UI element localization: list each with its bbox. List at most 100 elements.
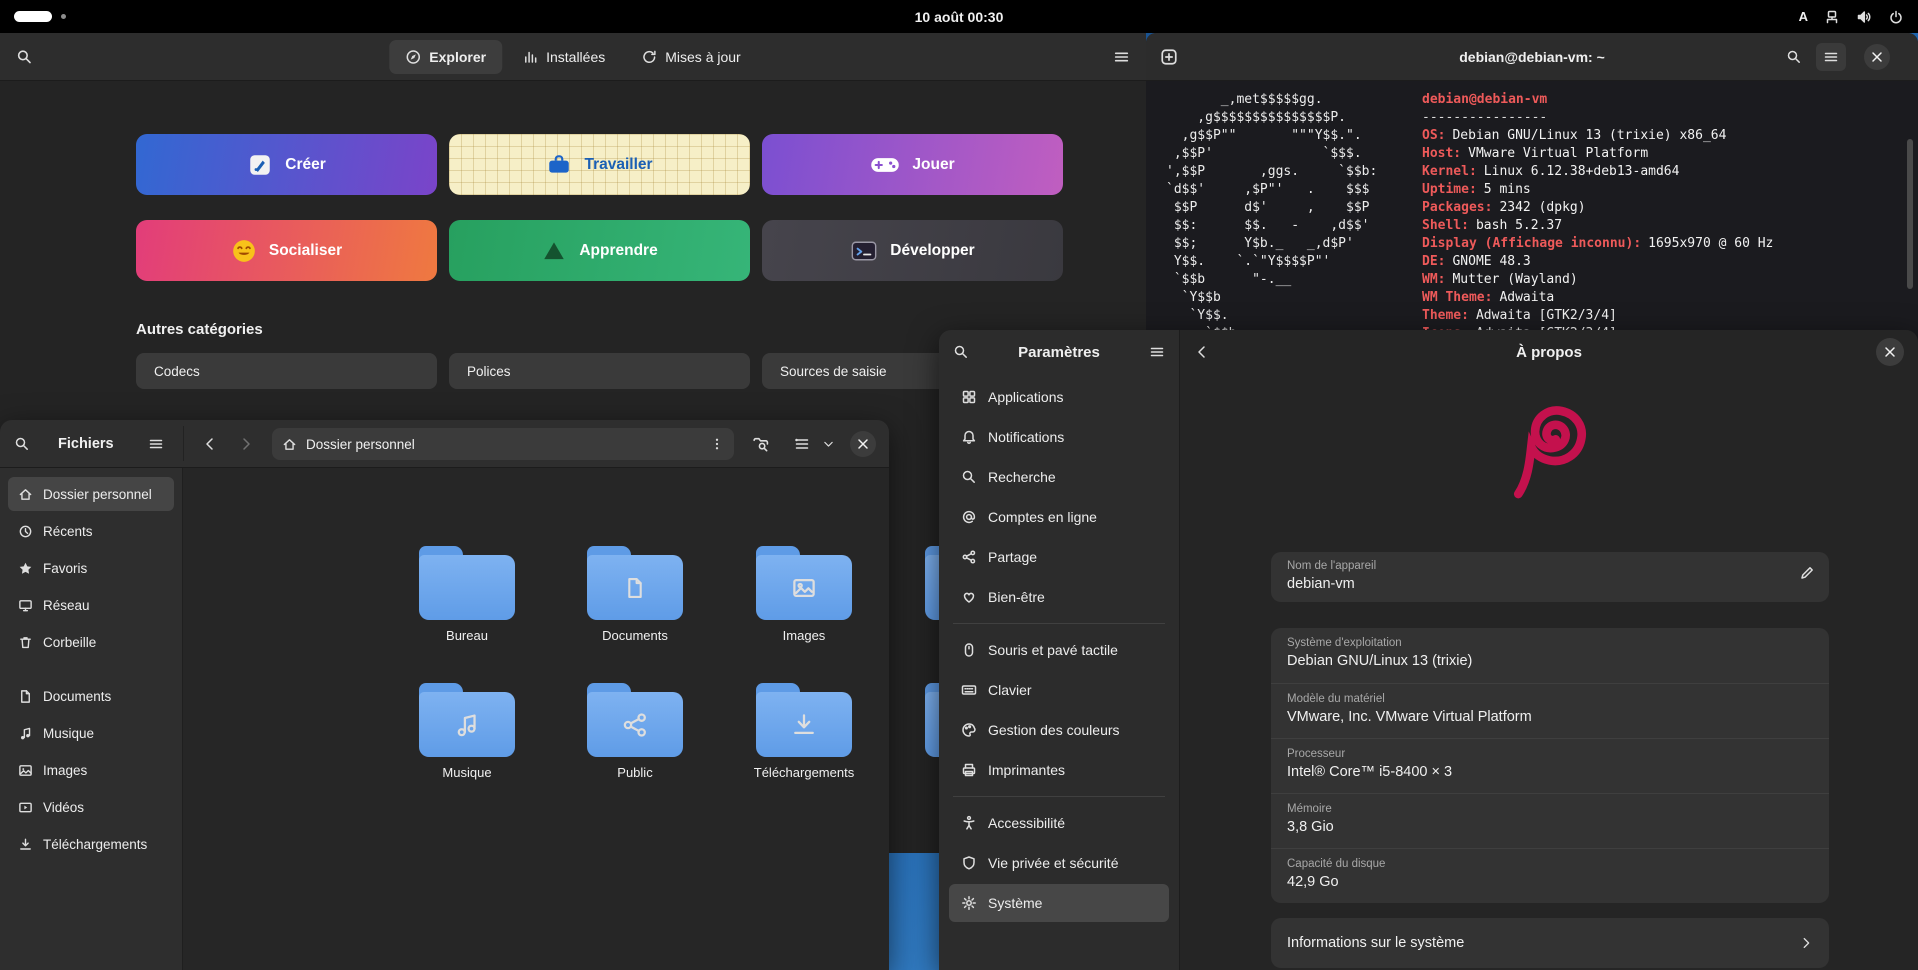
nav-item-online-accounts[interactable]: Comptes en ligne <box>949 498 1169 536</box>
nav-label: Imprimantes <box>988 762 1065 778</box>
chevron-right-icon <box>1799 936 1813 950</box>
menu-icon[interactable] <box>1816 43 1846 71</box>
volume-icon[interactable] <box>1856 9 1872 25</box>
nav-item-applications[interactable]: Applications <box>949 378 1169 416</box>
folder-name: Public <box>570 765 700 780</box>
keyboard-layout-indicator[interactable]: A <box>1799 9 1808 24</box>
keyboard-icon <box>961 682 977 698</box>
kebab-menu-icon[interactable] <box>710 437 724 451</box>
folder-item[interactable]: Documents <box>570 546 700 643</box>
sidebar-label: Musique <box>43 726 94 741</box>
category-button-codecs[interactable]: Codecs <box>136 353 437 389</box>
sidebar-item-trash[interactable]: Corbeille <box>8 625 174 659</box>
files-sidebar: Dossier personnel Récents Favoris Réseau… <box>0 468 183 970</box>
search-icon[interactable] <box>16 48 33 65</box>
close-icon[interactable] <box>850 431 876 457</box>
network-icon[interactable] <box>1824 9 1840 25</box>
search-icon[interactable] <box>1786 49 1802 65</box>
nav-item-color[interactable]: Gestion des couleurs <box>949 711 1169 749</box>
detail-row: Modèle du matériel VMware, Inc. VMware V… <box>1271 683 1829 738</box>
system-information-link[interactable]: Informations sur le système <box>1271 918 1829 968</box>
path-bar[interactable]: Dossier personnel <box>272 428 734 460</box>
debian-logo <box>1501 384 1597 515</box>
current-location: Dossier personnel <box>306 437 415 452</box>
compass-icon <box>405 49 421 65</box>
scrollbar[interactable] <box>1907 139 1913 289</box>
category-label: Polices <box>467 364 511 379</box>
sidebar-item-downloads[interactable]: Téléchargements <box>8 827 174 861</box>
search-icon <box>961 469 977 485</box>
device-name-card[interactable]: Nom de l'appareil debian-vm <box>1271 552 1829 602</box>
new-tab-icon[interactable] <box>1160 48 1178 66</box>
sidebar-label: Corbeille <box>43 635 96 650</box>
sidebar-item-network[interactable]: Réseau <box>8 588 174 622</box>
settings-title: Paramètres <box>939 330 1179 374</box>
sidebar-item-home[interactable]: Dossier personnel <box>8 477 174 511</box>
system-tray[interactable]: A <box>1799 0 1904 33</box>
category-tile-work[interactable]: Travailler <box>449 134 750 195</box>
view-options-chevron-icon[interactable] <box>822 437 835 450</box>
detail-value: Intel® Core™ i5-8400 × 3 <box>1287 764 1813 780</box>
menu-icon[interactable] <box>1113 48 1130 65</box>
nav-item-sharing[interactable]: Partage <box>949 538 1169 576</box>
close-icon[interactable] <box>1864 44 1890 70</box>
sidebar-label: Téléchargements <box>43 837 147 852</box>
nav-label: Notifications <box>988 429 1064 445</box>
category-tile-develop[interactable]: Développer <box>762 220 1063 281</box>
nav-item-notifications[interactable]: Notifications <box>949 418 1169 456</box>
list-view-icon[interactable] <box>794 436 810 452</box>
sidebar-item-recent[interactable]: Récents <box>8 514 174 548</box>
edit-pencil-icon[interactable] <box>1799 565 1815 581</box>
music-note-icon <box>18 726 33 741</box>
folder-item[interactable]: Public <box>570 683 700 780</box>
nav-item-printers[interactable]: Imprimantes <box>949 751 1169 789</box>
search-in-folder-icon[interactable] <box>752 435 769 452</box>
nav-item-mouse-touchpad[interactable]: Souris et pavé tactile <box>949 631 1169 669</box>
nav-item-system[interactable]: Système <box>949 884 1169 922</box>
triangle-icon <box>541 238 567 264</box>
search-icon[interactable] <box>14 436 30 452</box>
desktop: 10 août 00:30 A <box>0 0 1918 970</box>
back-icon[interactable] <box>202 436 218 452</box>
sidebar-item-pictures[interactable]: Images <box>8 753 174 787</box>
tab-installed[interactable]: Installées <box>506 40 621 74</box>
files-window: Fichiers Dossier personnel <box>0 420 889 970</box>
tab-explore[interactable]: Explorer <box>389 40 502 74</box>
category-tile-create[interactable]: Créer <box>136 134 437 195</box>
category-button-fonts[interactable]: Polices <box>449 353 750 389</box>
software-headerbar: Explorer Installées Mises à jour <box>0 33 1146 81</box>
folder-icon <box>419 546 515 620</box>
nav-item-privacy-security[interactable]: Vie privée et sécurité <box>949 844 1169 882</box>
menu-icon[interactable] <box>1149 344 1165 360</box>
detail-row: Capacité du disque 42,9 Go <box>1271 848 1829 903</box>
folder-item[interactable]: Téléchargements <box>739 683 869 780</box>
fetch-line: Packages:2342 (dpkg) <box>1422 199 1773 217</box>
folder-item[interactable]: Musique <box>402 683 532 780</box>
nav-item-keyboard[interactable]: Clavier <box>949 671 1169 709</box>
other-categories-heading: Autres catégories <box>136 321 263 338</box>
nav-item-accessibility[interactable]: Accessibilité <box>949 804 1169 842</box>
sidebar-item-music[interactable]: Musique <box>8 716 174 750</box>
category-tile-play[interactable]: Jouer <box>762 134 1063 195</box>
forward-icon[interactable] <box>238 436 254 452</box>
power-icon[interactable] <box>1888 9 1904 25</box>
sidebar-item-starred[interactable]: Favoris <box>8 551 174 585</box>
sidebar-item-documents[interactable]: Documents <box>8 679 174 713</box>
menu-icon[interactable] <box>148 436 164 452</box>
tab-updates[interactable]: Mises à jour <box>625 40 756 74</box>
nav-item-search[interactable]: Recherche <box>949 458 1169 496</box>
nav-item-wellbeing[interactable]: Bien-être <box>949 578 1169 616</box>
close-icon[interactable] <box>1876 338 1904 366</box>
folder-item[interactable]: Images <box>739 546 869 643</box>
detail-value: VMware, Inc. VMware Virtual Platform <box>1287 709 1813 725</box>
document-icon <box>18 689 33 704</box>
category-tile-learn[interactable]: Apprendre <box>449 220 750 281</box>
category-tile-socialize[interactable]: Socialiser <box>136 220 437 281</box>
color-palette-icon <box>961 722 977 738</box>
briefcase-icon <box>546 152 572 178</box>
sidebar-item-videos[interactable]: Vidéos <box>8 790 174 824</box>
fetch-line: Display (Affichage inconnu):1695x970 @ 6… <box>1422 235 1773 253</box>
folder-item[interactable]: Bureau <box>402 546 532 643</box>
gamepad-icon <box>870 155 900 175</box>
clock[interactable]: 10 août 00:30 <box>0 9 1918 25</box>
